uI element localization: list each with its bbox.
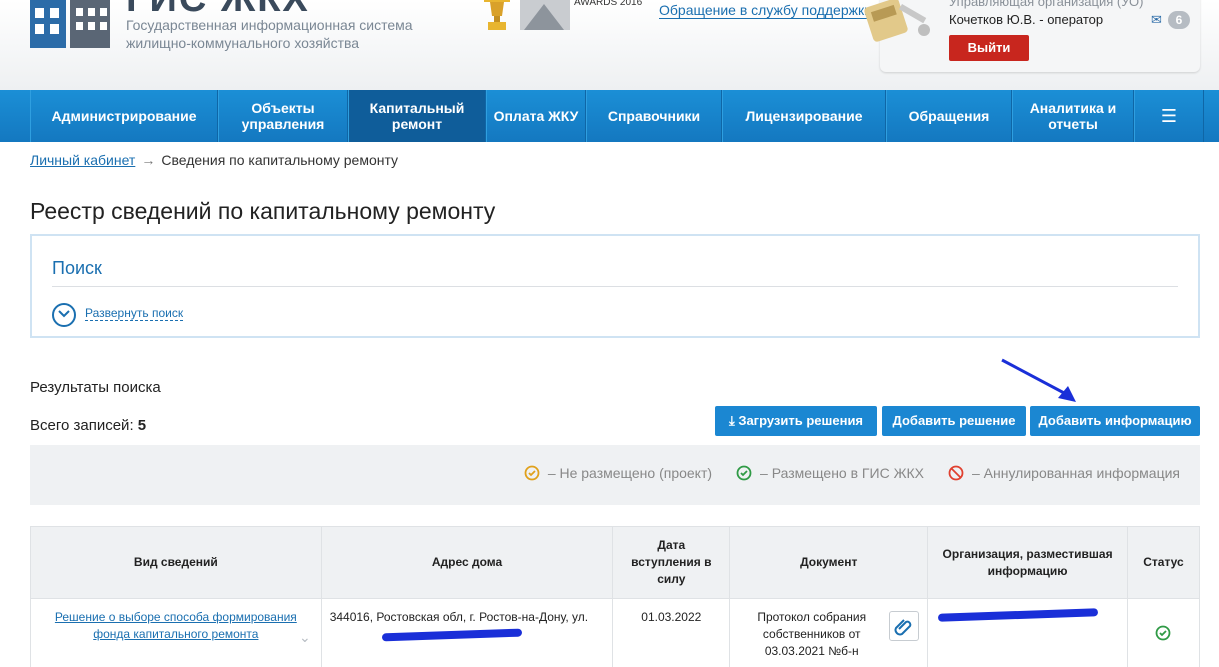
add-information-button[interactable]: Добавить информацию bbox=[1030, 406, 1200, 436]
column-header-status[interactable]: Статус bbox=[1126, 526, 1201, 599]
row-type-link[interactable]: Решение о выборе способа формирования фо… bbox=[55, 610, 297, 641]
add-decision-button[interactable]: Добавить решение bbox=[882, 406, 1026, 436]
redaction-mark bbox=[938, 608, 1099, 622]
total-records-value: 5 bbox=[137, 417, 147, 434]
row-document-cell: Протокол собрания собственников от 03.03… bbox=[729, 598, 929, 667]
row-status-cell bbox=[1126, 598, 1201, 667]
column-header-date[interactable]: Дата вступления в силу bbox=[612, 526, 731, 599]
legend-items: – Не размещено (проект) – Размещено в ГИ… bbox=[500, 465, 1180, 481]
column-header-organization[interactable]: Организация, разместившая информацию bbox=[927, 526, 1128, 599]
page-title: Реестр сведений по капитальному ремонту bbox=[30, 198, 496, 224]
hamburger-icon[interactable]: ☰ bbox=[1134, 90, 1204, 142]
row-type-cell: Решение о выборе способа формирования фо… bbox=[30, 598, 322, 667]
search-divider bbox=[52, 286, 1178, 287]
total-records-label: Всего записей: bbox=[30, 417, 134, 434]
brand-subtitle-line1: Государственная информационная система bbox=[126, 17, 413, 33]
row-address: 344016, Ростовская обл, г. Ростов-на-Дон… bbox=[329, 610, 589, 624]
breadcrumb-current: Сведения по капитальному ремонту bbox=[161, 152, 399, 168]
total-records: Всего записей: 5 bbox=[30, 417, 146, 434]
published-status-icon bbox=[736, 465, 752, 481]
status-legend: – Не размещено (проект) – Размещено в ГИ… bbox=[30, 445, 1200, 505]
annotation-arrow bbox=[1001, 358, 1076, 402]
messages-count-badge[interactable]: 6 bbox=[1168, 11, 1190, 29]
upload-decisions-label: Загрузить решения bbox=[738, 413, 864, 428]
search-panel: Поиск Развернуть поиск bbox=[30, 234, 1200, 338]
cancelled-status-icon bbox=[948, 465, 964, 481]
row-organization-cell bbox=[927, 598, 1128, 667]
brand-subtitle: Государственная информационная система ж… bbox=[126, 16, 413, 52]
nav-item-licensing[interactable]: Лицензирование bbox=[722, 90, 886, 142]
published-status-icon bbox=[1155, 625, 1171, 641]
nav-item-analytics[interactable]: Аналитика и отчеты bbox=[1012, 90, 1134, 142]
search-title: Поиск bbox=[52, 258, 102, 278]
keys-icon bbox=[864, 0, 930, 42]
nav-item-management-objects[interactable]: Объекты управления bbox=[218, 90, 348, 142]
site-header: ГИС ЖКХ Государственная информационная с… bbox=[0, 0, 1219, 90]
expand-search-link[interactable]: Развернуть поиск bbox=[85, 306, 184, 321]
breadcrumb-home-link[interactable]: Личный кабинет bbox=[30, 152, 135, 168]
legend-item-draft: – Не размещено (проект) bbox=[524, 465, 712, 481]
brand-subtitle-line2: жилищно-коммунального хозяйства bbox=[126, 35, 360, 51]
user-name[interactable]: Кочетков Ю.В. - оператор bbox=[949, 12, 1103, 27]
draft-status-icon bbox=[524, 465, 540, 481]
chevron-down-circle-icon[interactable] bbox=[52, 303, 76, 327]
logout-button[interactable]: Выйти bbox=[949, 35, 1029, 61]
breadcrumb-separator: → bbox=[141, 152, 156, 168]
download-icon: ⤓ bbox=[728, 413, 739, 428]
organization-label: Управляющая организация (УО) bbox=[949, 0, 1144, 9]
column-header-type[interactable]: Вид сведений bbox=[30, 526, 322, 599]
legend-item-cancelled: – Аннулированная информация bbox=[948, 465, 1180, 481]
results-table: Вид сведений Адрес дома Дата вступления … bbox=[30, 526, 1201, 667]
chevron-double-down-icon[interactable]: ⌄ bbox=[299, 629, 311, 646]
row-address-cell: 344016, Ростовская обл, г. Ростов-на-Дон… bbox=[320, 598, 614, 667]
breadcrumb: Личный кабинет → Сведения по капитальному … bbox=[30, 152, 398, 168]
nav-item-appeals[interactable]: Обращения bbox=[886, 90, 1012, 142]
legend-cancelled-label: – Аннулированная информация bbox=[972, 465, 1180, 481]
nav-item-administration[interactable]: Администрирование bbox=[30, 90, 218, 142]
legend-item-published: – Размещено в ГИС ЖКХ bbox=[736, 465, 924, 481]
award-text: AWARDS 2016 bbox=[574, 0, 643, 8]
table-header-row: Вид сведений Адрес дома Дата вступления … bbox=[30, 526, 1201, 599]
column-header-address[interactable]: Адрес дома bbox=[320, 526, 614, 599]
results-label: Результаты поиска bbox=[30, 379, 161, 396]
redaction-mark bbox=[381, 628, 522, 642]
row-date: 01.03.2022 bbox=[612, 598, 731, 667]
support-link[interactable]: Обращение в службу поддержки bbox=[659, 2, 872, 19]
nav-items: Администрирование Объекты управления Кап… bbox=[30, 90, 1204, 142]
mail-icon[interactable]: ✉ bbox=[1151, 12, 1162, 28]
nav-item-payment[interactable]: Оплата ЖКУ bbox=[486, 90, 586, 142]
table-row: Решение о выборе способа формирования фо… bbox=[30, 598, 1201, 667]
paperclip-icon bbox=[894, 619, 912, 636]
column-header-document[interactable]: Документ bbox=[729, 526, 929, 599]
nav-item-capital-repair[interactable]: Капитальный ремонт bbox=[348, 90, 486, 142]
upload-decisions-button[interactable]: ⤓ Загрузить решения bbox=[715, 406, 877, 436]
legend-draft-label: – Не размещено (проект) bbox=[547, 465, 713, 481]
attachment-button[interactable] bbox=[889, 611, 920, 641]
legend-published-label: – Размещено в ГИС ЖКХ bbox=[760, 465, 924, 481]
nav-item-reference[interactable]: Справочники bbox=[586, 90, 722, 142]
main-navigation: Администрирование Объекты управления Кап… bbox=[0, 90, 1219, 142]
gis-logo-icon[interactable] bbox=[30, 0, 112, 48]
